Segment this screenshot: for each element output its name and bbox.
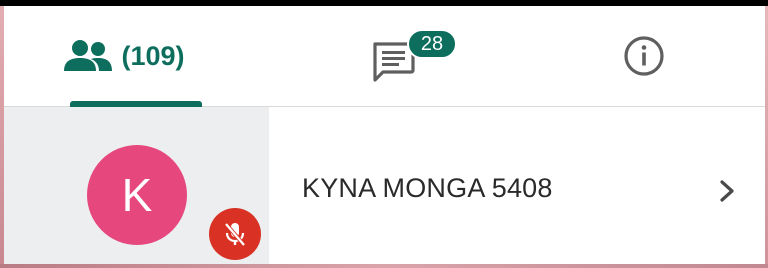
tab-bar: (109) 28 bbox=[4, 6, 765, 107]
info-icon bbox=[624, 36, 664, 76]
tab-info[interactable] bbox=[604, 6, 684, 106]
avatar: K bbox=[87, 145, 187, 245]
mic-off-icon bbox=[224, 222, 246, 247]
unread-messages-badge: 28 bbox=[407, 29, 457, 59]
avatar-area: K bbox=[4, 107, 269, 264]
background-edge-bottom bbox=[0, 264, 768, 268]
mic-off-badge bbox=[209, 208, 261, 260]
tab-participants[interactable]: (109) bbox=[44, 6, 204, 106]
participant-name: KYNA MONGA 5408 bbox=[302, 173, 553, 203]
avatar-initial: K bbox=[121, 169, 153, 221]
participant-row[interactable]: K KYNA MONGA 5408 bbox=[4, 107, 765, 264]
chevron-right-icon[interactable] bbox=[714, 176, 740, 206]
participant-count: (109) bbox=[121, 40, 185, 71]
tab-chat[interactable]: 28 bbox=[344, 6, 457, 106]
people-icon bbox=[64, 40, 113, 71]
